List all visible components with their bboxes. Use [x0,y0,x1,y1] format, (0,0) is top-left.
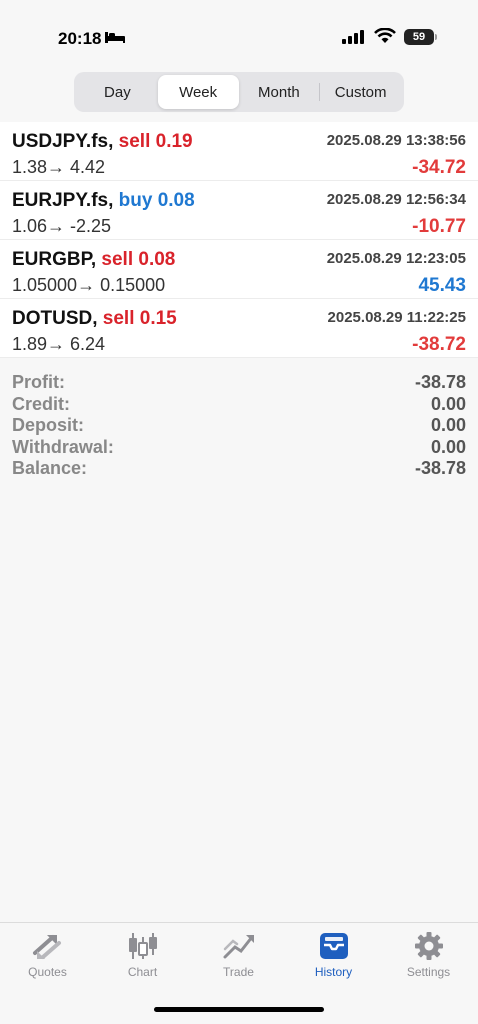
summary-deposit-label: Deposit: [12,415,84,435]
segment-week[interactable]: Week [157,75,239,109]
deal-prices: 1.89→ 6.24 [12,334,106,354]
summary-withdrawal-row: Withdrawal: 0.00 [12,437,466,459]
summary-deposit-value: 0.00 [430,415,466,435]
deal-row[interactable]: EURGBP, sell 0.08 1.05000→ 0.15000 2025.… [0,240,478,299]
summary-credit-label: Credit: [12,393,70,414]
home-indicator[interactable] [154,1007,324,1012]
summary-balance-label: Balance: [12,458,88,478]
deal-symbol: USDJPY.fs, [12,131,114,152]
gear-icon [414,932,443,960]
deal-symbol-line: DOTUSD, sell 0.15 [12,308,177,330]
wifi-icon [374,28,396,43]
deal-symbol-line: EURGBP, sell 0.08 [12,249,175,271]
battery-nub [435,34,437,40]
summary-profit-label: Profit: [12,372,65,392]
deal-time: 2025.08.29 13:38:56 [326,132,466,149]
tab-settings[interactable]: Settings [381,931,476,991]
tab-quotes-label: Quotes [28,965,67,979]
candlestick-chart-icon [128,933,157,959]
deal-symbol-line: USDJPY.fs, sell 0.19 [12,131,193,153]
deal-time: 2025.08.29 12:23:05 [326,250,466,267]
quotes-icon [32,935,61,959]
period-segmented-control: Day Week Month Custom [74,72,404,112]
tab-quotes[interactable]: Quotes [0,931,95,991]
trade-icon [223,935,254,959]
deal-row[interactable]: DOTUSD, sell 0.15 1.89→ 6.24 2025.08.29 … [0,299,478,358]
battery-level: 59 [412,31,426,43]
deal-prices: 1.05000→ 0.15000 [12,275,166,295]
deal-symbol-line: EURJPY.fs, buy 0.08 [12,190,195,212]
segment-month[interactable]: Month [239,75,320,109]
summary-balance-row: Balance: -38.78 [12,458,466,480]
deal-side: sell 0.15 [102,308,177,329]
deal-side: sell 0.19 [118,131,193,152]
tab-chart[interactable]: Chart [95,931,190,991]
deal-symbol: DOTUSD, [12,308,98,329]
deal-side: sell 0.08 [101,249,176,270]
cellular-signal-icon [342,30,364,44]
deals-list: USDJPY.fs, sell 0.19 1.38→ 4.42 2025.08.… [0,122,478,358]
deal-time: 2025.08.29 11:22:25 [327,309,466,326]
deal-time: 2025.08.29 12:56:34 [326,191,466,208]
deal-row[interactable]: EURJPY.fs, buy 0.08 1.06→ -2.25 2025.08.… [0,181,478,240]
tab-settings-label: Settings [406,965,451,979]
tab-trade-label: Trade [223,965,254,979]
status-bar: 20:18 59 [0,0,478,64]
summary-deposit-row: Deposit: 0.00 [12,415,466,437]
deal-profit: -10.77 [412,216,466,237]
deal-profit: -38.72 [412,334,466,355]
deal-row[interactable]: USDJPY.fs, sell 0.19 1.38→ 4.42 2025.08.… [0,122,478,181]
summary-profit-row: Profit: -38.78 [12,372,466,394]
segment-custom[interactable]: Custom [320,75,401,109]
account-summary: Profit: -38.78 Credit: 0.00 Deposit: 0.0… [12,372,466,480]
status-time: 20:18 [58,29,102,48]
tab-chart-label: Chart [127,965,158,979]
summary-credit-row: Credit: 0.00 [12,394,466,416]
summary-profit-value: -38.78 [414,372,466,392]
tab-history-label: History [314,965,353,979]
sleep-focus-icon [105,32,125,43]
deal-prices: 1.06→ -2.25 [12,216,112,236]
deal-prices: 1.38→ 4.42 [12,157,106,177]
segment-day[interactable]: Day [77,75,158,109]
deal-symbol: EURGBP, [12,249,97,270]
tab-history[interactable]: History [286,931,381,991]
summary-withdrawal-label: Withdrawal: [12,436,114,457]
deal-profit: -34.72 [412,157,466,178]
history-inbox-icon [319,933,348,959]
summary-balance-value: -38.78 [414,458,466,478]
summary-credit-value: 0.00 [430,393,466,414]
summary-withdrawal-value: 0.00 [430,436,466,457]
deal-side: buy 0.08 [118,190,195,211]
tab-trade[interactable]: Trade [191,931,286,991]
battery-indicator: 59 [404,29,434,45]
deal-symbol: EURJPY.fs, [12,190,114,211]
deal-profit: 45.43 [418,275,466,296]
